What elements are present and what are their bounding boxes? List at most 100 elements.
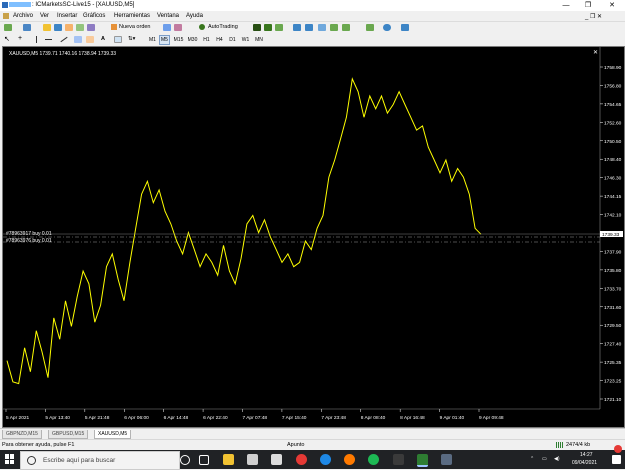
tf-m5-button[interactable]: M5 [159,35,170,45]
y-tick-label: 1756.80 [604,83,622,89]
file-explorer-icon[interactable] [223,454,234,465]
tf-h1-button[interactable]: H1 [201,35,212,45]
chart-window[interactable]: XAUUSD,M5 1739.71 1740.16 1738.94 1739.3… [2,46,625,428]
tile-windows-icon[interactable] [318,24,326,31]
tf-d1-button[interactable]: D1 [227,35,238,45]
store-icon[interactable] [247,454,258,465]
close-icon[interactable]: ✕ [593,49,598,56]
cursor-icon[interactable]: ↖ [4,35,10,43]
y-tick-label: 1746.30 [604,176,622,182]
menu-graficos[interactable]: Gráficos [83,13,105,19]
terminal-icon[interactable] [76,24,84,31]
volume-icon[interactable]: ◀) [554,456,560,462]
tf-mn-button[interactable]: MN [253,35,265,45]
y-tick-label: 1727.40 [604,342,622,348]
app-icon [2,2,8,8]
tray-chevron-icon[interactable]: ⌃ [530,456,534,462]
opera-icon[interactable] [296,454,307,465]
task-view-icon[interactable] [199,455,209,465]
bar-chart-icon[interactable] [253,24,261,31]
fibonacci-icon[interactable] [86,36,94,43]
network-icon[interactable]: ▭ [542,456,547,462]
y-tick-label: 1748.40 [604,157,622,163]
search-placeholder: Escribe aquí para buscar [43,457,116,464]
photos-icon[interactable] [441,454,452,465]
taskbar-search[interactable]: Escribe aquí para buscar [20,451,180,470]
new-order-button[interactable]: Nueva orden [110,23,158,32]
horizontal-line-icon[interactable] [45,39,52,40]
tf-h4-button[interactable]: H4 [214,35,225,45]
taskbar-date[interactable]: 09/04/2021 [572,460,597,466]
chart-info: XAUUSD,M5 1739.71 1740.16 1738.94 1739.3… [9,51,116,57]
close-button[interactable]: ✕ [603,0,621,11]
spotify-icon[interactable] [368,454,379,465]
signals-icon[interactable] [174,24,182,31]
menu-herramientas[interactable]: Herramientas [114,13,150,19]
navigator-icon[interactable] [65,24,73,31]
profiles-icon[interactable] [23,24,31,31]
firefox-icon[interactable] [344,454,355,465]
app-dark-icon[interactable] [393,454,404,465]
tf-w1-button[interactable]: W1 [240,35,251,45]
x-tick-label: 6 Apr 06:00 [124,415,149,421]
chart-shift-icon[interactable] [342,24,350,31]
y-tick-label: 1723.25 [604,379,622,385]
indicators-icon[interactable] [366,24,374,31]
notification-badge [614,445,622,453]
price-chart[interactable]: XAUUSD,M5 1739.71 1740.16 1738.94 1739.3… [3,47,624,427]
menu-archivo[interactable]: Archivo [13,13,33,19]
channel-icon[interactable] [74,36,82,43]
trendline-icon[interactable] [60,36,68,43]
maximize-button[interactable]: ❐ [579,0,597,11]
x-tick-label: 9 Apr 09:48 [479,415,504,421]
data-window-icon[interactable] [54,24,62,31]
metaeditor-icon[interactable] [163,24,171,31]
tab-xauusd[interactable]: XAUUSD,M5 [94,430,132,439]
metatrader-taskbar-icon[interactable] [417,454,428,467]
status-help: Para obtener ayuda, pulse F1 [2,442,75,448]
tab-gbpnzd[interactable]: GBPNZD,M15 [2,430,42,439]
windows-start-icon[interactable] [5,454,15,464]
x-tick-label: 7 Apr 23:48 [321,415,346,421]
vertical-line-icon[interactable] [36,36,37,43]
templates-icon[interactable] [401,24,409,31]
menu-insertar[interactable]: Insertar [57,13,77,19]
autotrading-icon [199,24,205,30]
tf-m15-button[interactable]: M15 [172,35,185,45]
taskbar-time[interactable]: 14:27 [580,452,593,458]
crosshair-icon[interactable]: + [18,35,22,42]
autoscroll-icon[interactable] [330,24,338,31]
tf-m30-button[interactable]: M30 [186,35,199,45]
restore-icon[interactable]: _ ❐ ✕ [585,13,602,20]
zoom-in-icon[interactable] [293,24,301,31]
x-tick-label: 9 Apr 01:40 [440,415,465,421]
x-tick-label: 6 Apr 14:48 [164,415,189,421]
text-icon[interactable]: A [101,36,105,42]
notification-icon[interactable] [612,455,621,464]
mail-icon[interactable] [271,454,282,465]
label-icon[interactable] [114,36,122,43]
cortana-icon[interactable] [180,455,190,465]
line-chart-icon[interactable] [275,24,283,31]
zoom-out-icon[interactable] [305,24,313,31]
autotrading-button[interactable]: AutoTrading [198,23,246,32]
market-watch-icon[interactable] [43,24,51,31]
price-series-line [6,77,482,385]
y-tick-label: 1731.60 [604,305,622,311]
y-tick-label: 1721.10 [604,397,622,403]
menu-ayuda[interactable]: Ayuda [186,13,203,19]
menu-ventana[interactable]: Ventana [157,13,179,19]
status-profile: Apunto [287,442,305,448]
edge-icon[interactable] [320,454,331,465]
minimize-button[interactable]: — [557,0,575,11]
x-tick-label: 8 Apr 16:48 [400,415,425,421]
tab-gbpusd[interactable]: GBPUSD,M15 [48,430,89,439]
title-bar: : ICMarketsSC-Live15 - [XAUUSD,M5] — ❐ ✕ [0,0,625,11]
tester-icon[interactable] [87,24,95,31]
arrows-icon[interactable]: ⇅▾ [128,36,135,42]
candlestick-icon[interactable] [264,24,272,31]
tf-m1-button[interactable]: M1 [147,35,158,45]
menu-ver[interactable]: Ver [40,13,49,19]
new-chart-icon[interactable] [4,24,12,31]
period-icon[interactable] [383,24,391,31]
